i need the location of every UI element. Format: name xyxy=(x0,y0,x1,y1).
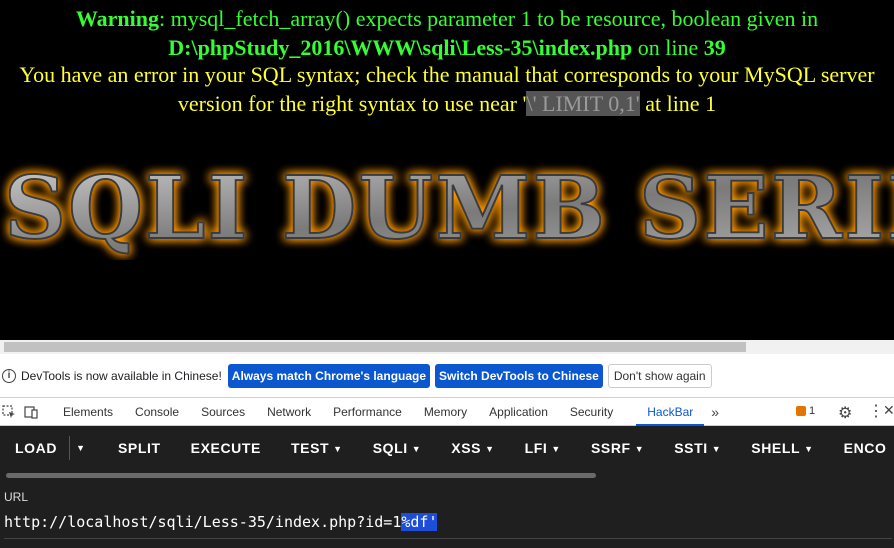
close-icon[interactable]: ✕ xyxy=(883,402,894,419)
load-dropdown-caret-icon[interactable]: ▼ xyxy=(69,436,97,460)
url-label: URL xyxy=(4,490,29,504)
info-icon: i xyxy=(2,368,16,383)
more-tabs-chevron-icon[interactable]: » xyxy=(700,398,730,426)
tab-hackbar[interactable]: HackBar xyxy=(636,398,705,426)
page-horizontal-scrollbar[interactable] xyxy=(0,340,894,354)
warning-text: : mysql_fetch_array() expects parameter … xyxy=(159,6,819,31)
devtools-tab-bar: Elements Console Sources Network Perform… xyxy=(0,398,894,426)
test-menu-label: TEST xyxy=(290,440,330,456)
sqli-dumb-series-banner: SQLI DUMB SERIES xyxy=(3,160,894,260)
xss-menu[interactable]: XSS ▼ xyxy=(436,440,509,456)
test-menu[interactable]: TEST ▼ xyxy=(276,440,358,456)
ssti-menu[interactable]: SSTI ▼ xyxy=(659,440,736,456)
sqli-menu-label: SQLI xyxy=(372,440,408,456)
ssrf-menu-label: SSRF xyxy=(590,440,631,456)
dont-show-again-button[interactable]: Don't show again xyxy=(607,363,712,388)
sql-error-highlight: \' LIMIT 0,1' xyxy=(526,91,640,116)
shell-menu-label: SHELL xyxy=(751,440,801,456)
tab-memory[interactable]: Memory xyxy=(413,398,478,426)
ssrf-caret-icon: ▼ xyxy=(634,444,645,455)
kebab-menu-icon[interactable]: ⋮ xyxy=(868,401,884,421)
url-selected-text: %df' xyxy=(401,513,438,531)
inspect-element-icon[interactable] xyxy=(2,404,16,419)
load-button[interactable]: LOAD xyxy=(0,440,69,456)
sqli-menu[interactable]: SQLI ▼ xyxy=(358,440,437,456)
shell-caret-icon: ▼ xyxy=(804,444,814,455)
xss-menu-label: XSS xyxy=(451,440,482,456)
execute-button[interactable]: EXECUTE xyxy=(176,440,276,456)
warning-path: D:\phpStudy_2016\WWW\sqli\Less-35\index.… xyxy=(168,35,633,60)
web-page: Warning: mysql_fetch_array() expects par… xyxy=(0,0,894,340)
sql-error-post: at line 1 xyxy=(639,91,717,116)
switch-devtools-chinese-button[interactable]: Switch DevTools to Chinese xyxy=(435,363,603,388)
issues-flag-icon xyxy=(796,406,806,416)
test-caret-icon: ▼ xyxy=(333,444,343,455)
tab-elements[interactable]: Elements xyxy=(52,398,124,426)
ssti-caret-icon: ▼ xyxy=(711,444,722,455)
hackbar-menu-scrollbar[interactable] xyxy=(0,472,894,478)
issues-count: 1 xyxy=(809,405,816,417)
hackbar-menu: LOAD ▼ SPLIT EXECUTE TEST ▼ SQLI ▼ XSS ▼ LF… xyxy=(0,426,894,470)
device-toolbar-icon[interactable] xyxy=(24,405,38,419)
php-warning: Warning: mysql_fetch_array() expects par… xyxy=(0,4,894,62)
lfi-menu[interactable]: LFI ▼ xyxy=(510,440,576,456)
hackbar-menu-scroll-thumb[interactable] xyxy=(6,473,596,478)
split-button[interactable]: SPLIT xyxy=(103,440,176,456)
xss-caret-icon: ▼ xyxy=(485,444,495,455)
tab-performance[interactable]: Performance xyxy=(322,398,413,426)
banner-text: SQLI DUMB SERIES xyxy=(4,160,894,259)
sqli-caret-icon: ▼ xyxy=(411,444,422,455)
sql-error-pre: You have an error in your SQL syntax; ch… xyxy=(19,62,875,116)
ssrf-menu[interactable]: SSRF ▼ xyxy=(576,440,659,456)
issues-counter[interactable]: 1 xyxy=(796,405,815,417)
url-value: http://localhost/sqli/Less-35/index.php?… xyxy=(4,513,402,531)
url-input[interactable]: http://localhost/sqli/Less-35/index.php?… xyxy=(4,512,892,532)
ssti-menu-label: SSTI xyxy=(674,440,708,456)
gear-icon[interactable]: ⚙ xyxy=(838,403,852,423)
sql-error-message: You have an error in your SQL syntax; ch… xyxy=(0,60,894,118)
warning-online: on line xyxy=(632,35,704,60)
url-input-underline xyxy=(4,538,892,539)
tab-security[interactable]: Security xyxy=(559,398,624,426)
devtools-panel: i DevTools is now available in Chinese! … xyxy=(0,354,894,548)
tab-sources[interactable]: Sources xyxy=(190,398,256,426)
tab-network[interactable]: Network xyxy=(256,398,322,426)
warning-label: Warning xyxy=(75,6,159,31)
tab-console[interactable]: Console xyxy=(124,398,190,426)
warning-line: 39 xyxy=(703,35,726,60)
shell-menu[interactable]: SHELL ▼ xyxy=(736,440,828,456)
lfi-caret-icon: ▼ xyxy=(551,444,561,455)
notice-message: DevTools is now available in Chinese! xyxy=(21,368,222,383)
language-notice-bar: i DevTools is now available in Chinese! … xyxy=(0,354,894,398)
encoding-menu[interactable]: ENCO xyxy=(829,440,894,456)
page-scroll-thumb[interactable] xyxy=(4,342,746,352)
lfi-menu-label: LFI xyxy=(524,440,548,456)
tab-application[interactable]: Application xyxy=(478,398,559,426)
always-match-language-button[interactable]: Always match Chrome's language xyxy=(227,363,431,388)
